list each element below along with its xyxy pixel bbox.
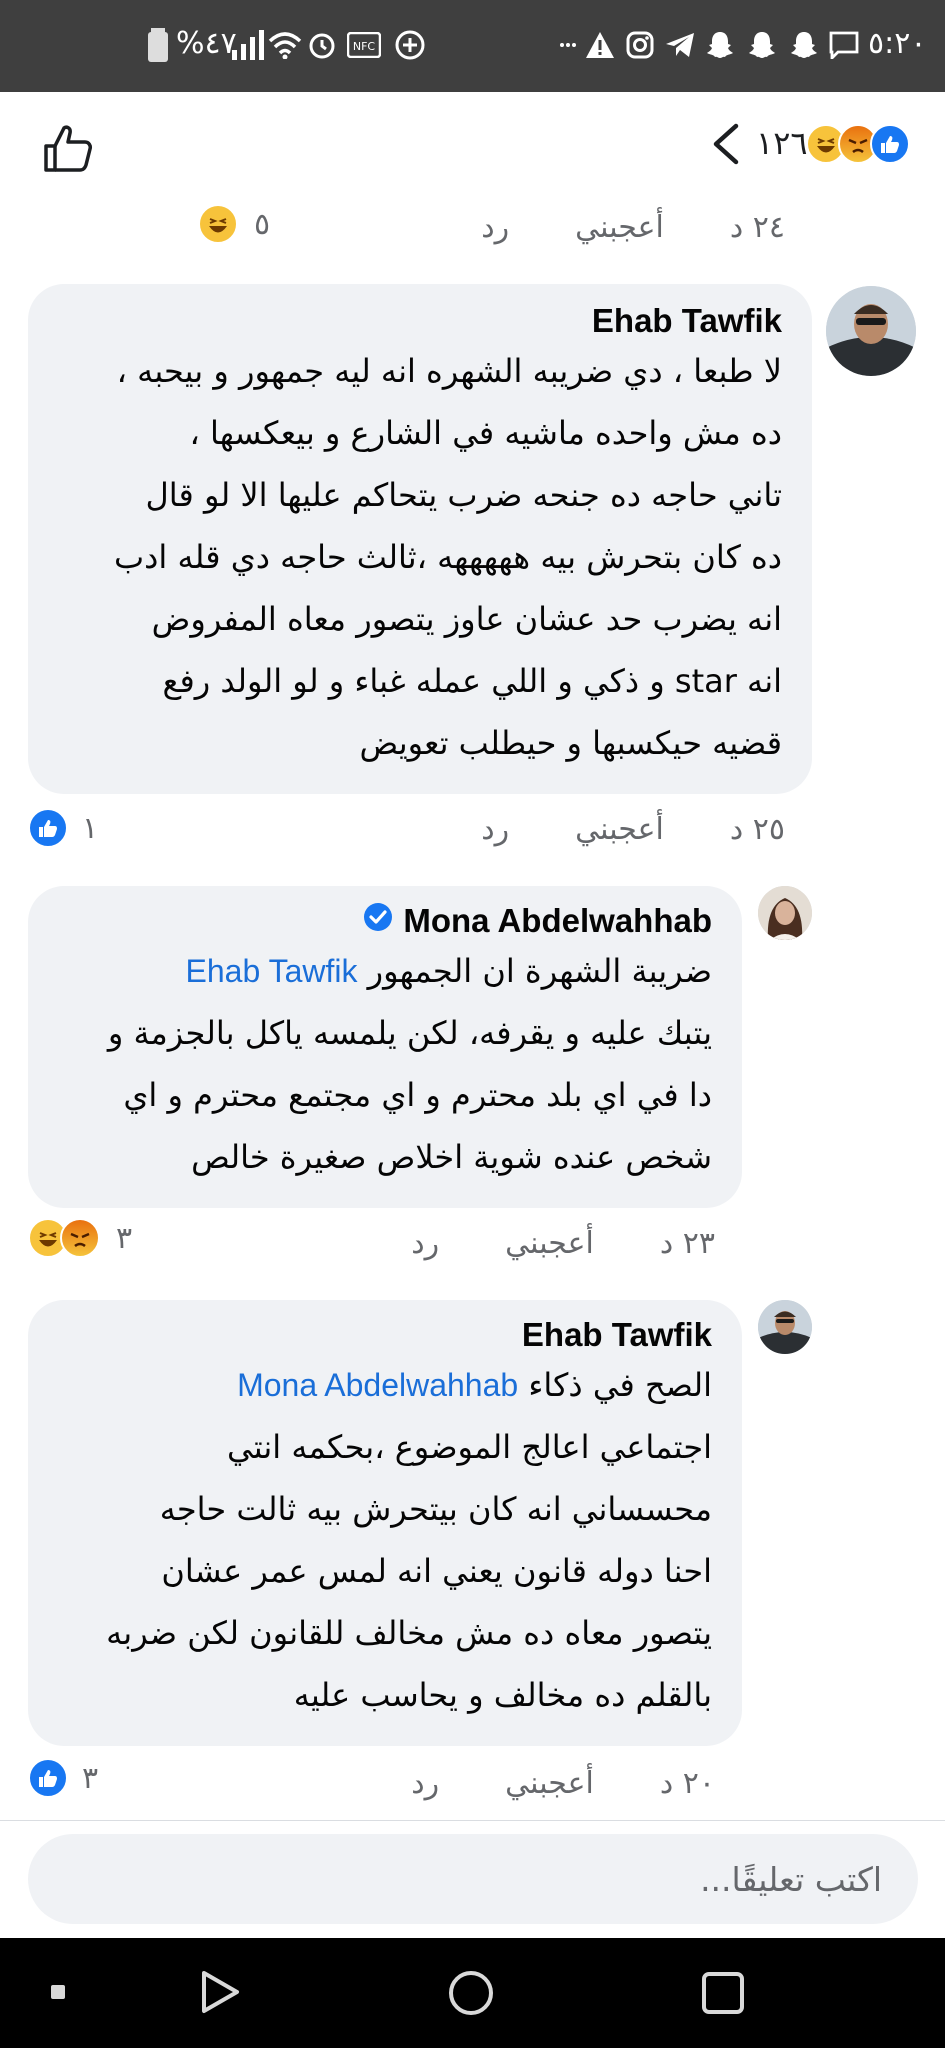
- snapchat-icon: [746, 28, 778, 62]
- status-bar: %٤٧ NFC ٥:٢٠: [0, 0, 945, 92]
- haha-icon: [198, 204, 238, 244]
- comment-text-line: يتبك عليه و يقرفه، لكن يلمسه ياكل بالجزم…: [107, 1014, 712, 1052]
- like-action[interactable]: أعجبني: [505, 1766, 594, 1801]
- comment-bubble[interactable]: Ehab Tawfik الصح في ذكاء Mona Abdelwahha…: [28, 1300, 742, 1746]
- comment-text-line: شخص عنده شوية اخلاص صغيرة خالص: [191, 1138, 712, 1176]
- comment-input-placeholder: اكتب تعليقًا...: [700, 1859, 882, 1899]
- comment-author[interactable]: Ehab Tawfik: [58, 302, 782, 340]
- comment-author-row: Mona Abdelwahhab: [58, 902, 712, 940]
- telegram-icon: [664, 28, 696, 62]
- instagram-icon: [624, 28, 656, 62]
- reply-action[interactable]: رد: [481, 812, 509, 847]
- avatar[interactable]: [758, 1300, 812, 1354]
- comment-time: ٢٣ د: [659, 1226, 715, 1261]
- comment-bubble[interactable]: Ehab Tawfik لا طبعا ، دي ضريبه الشهره ان…: [28, 284, 812, 794]
- like-icon: [870, 124, 910, 164]
- comment-text-line: انه star و ذكي و اللي عمله غباء و لو الو…: [162, 662, 782, 700]
- comment-text-line: تاني حاجه ده جنحه ضرب يتحاكم عليها الا ل…: [145, 476, 782, 514]
- comment-text-line: ده كان بتحرش بيه هههههه ،ثالث حاجه دي قل…: [114, 538, 782, 576]
- like-icon: [28, 808, 68, 848]
- like-action[interactable]: أعجبني: [575, 812, 664, 847]
- data-saver-icon: [394, 28, 426, 62]
- comment-text-line: لا طبعا ، دي ضريبه الشهره انه ليه جمهور …: [116, 352, 782, 390]
- snapchat-icon: [788, 28, 820, 62]
- warning-icon: [584, 28, 616, 62]
- reaction-summary[interactable]: [806, 124, 910, 164]
- comment-text: الصح في ذكاء: [528, 1366, 712, 1404]
- reply-action[interactable]: رد: [481, 210, 509, 245]
- comment-text-line: قضيه حيكسبها و حيطلب تعويض: [359, 724, 783, 762]
- comment-reactions[interactable]: ٣: [28, 1758, 98, 1798]
- reply-action[interactable]: رد: [411, 1226, 439, 1261]
- comment-actions: ٢٤ د أعجبني رد: [481, 210, 785, 245]
- recents-square-icon[interactable]: [702, 1972, 744, 2018]
- comment-reactions[interactable]: ٥: [198, 204, 270, 244]
- like-action[interactable]: أعجبني: [505, 1226, 594, 1261]
- comment-input[interactable]: اكتب تعليقًا...: [28, 1834, 918, 1924]
- comment-time: ٢٠ د: [659, 1766, 715, 1801]
- mention-link[interactable]: Mona Abdelwahhab: [237, 1367, 518, 1403]
- comment-text-line: ضريبة الشهرة ان الجمهور Ehab Tawfik: [58, 940, 712, 1002]
- angry-icon: [60, 1218, 100, 1258]
- comment-time: ٢٤ د: [729, 210, 785, 245]
- like-action[interactable]: أعجبني: [575, 210, 664, 245]
- avatar[interactable]: [758, 886, 812, 940]
- chevron-left-icon[interactable]: [710, 122, 740, 177]
- comment-text-line: الصح في ذكاء Mona Abdelwahhab: [58, 1354, 712, 1416]
- comment-text-line: محسساني انه كان بيتحرش بيه ثالت حاجه: [159, 1490, 712, 1528]
- alarm-icon: [306, 28, 338, 62]
- snapchat-icon: [704, 28, 736, 62]
- reaction-count[interactable]: ١٢٦: [756, 124, 808, 162]
- battery-icon: [142, 28, 174, 62]
- nfc-icon: NFC: [346, 28, 382, 62]
- menu-dot-icon[interactable]: [50, 1984, 66, 2004]
- reaction-count: ٣: [82, 1760, 99, 1796]
- comment-text-line: ده مش واحده ماشيه في الشارع و بيعكسها ،: [189, 414, 782, 452]
- verified-badge-icon: [363, 902, 393, 940]
- comment-author[interactable]: Mona Abdelwahhab: [403, 902, 712, 940]
- comment-reactions[interactable]: ١: [28, 808, 98, 848]
- battery-percent: %٤٧: [176, 26, 237, 61]
- reaction-count: ٣: [116, 1220, 133, 1256]
- comment-author[interactable]: Ehab Tawfik: [58, 1316, 712, 1354]
- comment-reactions[interactable]: ٣: [28, 1218, 132, 1258]
- comment-actions: ٢٣ د أعجبني رد: [411, 1226, 715, 1261]
- thumbs-up-outline-icon[interactable]: [40, 120, 96, 176]
- home-circle-icon[interactable]: [448, 1970, 494, 2020]
- comment-text-line: اجتماعي اعالج الموضوع ،بحكمه انتي: [227, 1428, 712, 1466]
- avatar[interactable]: [826, 286, 916, 376]
- mention-link[interactable]: Ehab Tawfik: [186, 953, 358, 989]
- comment-text: ضريبة الشهرة ان الجمهور: [367, 952, 712, 990]
- wifi-icon: [268, 28, 302, 62]
- clock: ٥:٢٠: [868, 26, 927, 61]
- like-icon: [28, 1758, 68, 1798]
- comment-text-line: انه يضرب حد عشان عاوز يتصور معاه المفروض: [151, 600, 782, 638]
- reply-action[interactable]: رد: [411, 1766, 439, 1801]
- comment-actions: ٢٥ د أعجبني رد: [481, 812, 785, 847]
- back-triangle-icon[interactable]: [200, 1970, 240, 2018]
- svg-text:NFC: NFC: [353, 40, 376, 53]
- message-icon: [828, 28, 860, 62]
- reaction-count: ٥: [254, 206, 271, 242]
- comment-text-line: احنا دوله قانون يعني انه لمس عمر عشان: [161, 1552, 712, 1590]
- more-notifications-icon: [552, 28, 584, 62]
- signal-icon: [232, 28, 264, 62]
- comment-text-line: بالقلم ده مخالف و يحاسب عليه: [293, 1676, 712, 1714]
- comment-text-line: يتصور معاه ده مش مخالف للقانون لكن ضربه: [106, 1614, 712, 1652]
- comment-text-line: دا في اي بلد محترم و اي مجتمع محترم و اي: [123, 1076, 712, 1114]
- comment-actions: ٢٠ د أعجبني رد: [411, 1766, 715, 1801]
- comment-time: ٢٥ د: [729, 812, 785, 847]
- reaction-count: ١: [82, 810, 99, 846]
- comment-bubble[interactable]: Mona Abdelwahhab ضريبة الشهرة ان الجمهور…: [28, 886, 742, 1208]
